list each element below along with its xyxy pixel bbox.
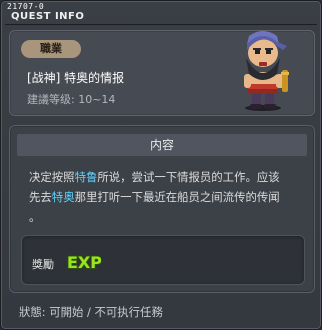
title-divider bbox=[5, 24, 317, 25]
window-title: QUEST INFO bbox=[11, 11, 85, 22]
quest-description: 决定按照特鲁所说，尝试一下情报员的工作。应该 先去特奥那里打听一下最近在船员之间… bbox=[29, 167, 291, 227]
npc-name-highlight: 特鲁 bbox=[74, 170, 98, 184]
quest-info-window: 21707-0 QUEST INFO 職業 [战神] 特奥的情报 建議等级: 1… bbox=[0, 0, 322, 330]
quest-name: [战神] 特奥的情报 bbox=[27, 71, 125, 85]
npc-portrait-icon bbox=[244, 31, 289, 111]
reward-label: 獎勵 bbox=[32, 258, 54, 271]
description-line: 决定按照特鲁所说，尝试一下情报员的工作。应该 bbox=[29, 170, 280, 184]
quest-id: 21707-0 bbox=[7, 2, 45, 11]
content-heading: 内容 bbox=[17, 134, 307, 156]
job-tag: 職業 bbox=[21, 40, 81, 58]
reward-panel bbox=[21, 235, 305, 285]
description-line: 先去特奥那里打听一下最近在船员之间流传的传闻 bbox=[29, 190, 280, 204]
exp-text: EXP bbox=[67, 253, 101, 272]
npc-name-highlight: 特奥 bbox=[51, 190, 75, 204]
description-line: 。 bbox=[29, 210, 41, 224]
quest-level-range: 建議等级: 10~14 bbox=[27, 93, 116, 106]
exp-icon[interactable]: EXP bbox=[65, 248, 101, 274]
quest-status: 狀態: 可開始 / 不可执行任務 bbox=[19, 305, 163, 319]
